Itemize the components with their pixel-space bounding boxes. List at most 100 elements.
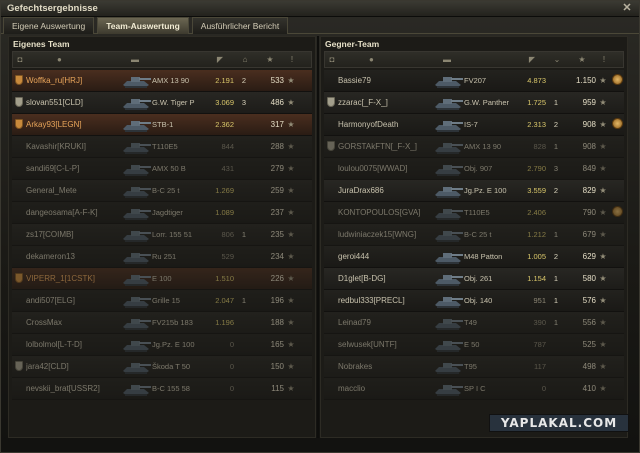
player-name: Bassie79 <box>338 76 371 85</box>
table-row[interactable]: andi507[ELG] Grille 15 2.047 1 196 ★ <box>12 290 312 312</box>
kills-value: 2 <box>553 252 559 261</box>
tank-name: Obj. 261 <box>464 274 493 283</box>
medal-icon[interactable] <box>611 74 623 85</box>
tank-image <box>120 182 152 200</box>
table-row[interactable]: JuraDrax686 Jg.Pz. E 100 3.559 2 829 ★ <box>324 180 624 202</box>
xp-value: 237 <box>270 208 284 217</box>
table-row[interactable]: redbul333[PRECL] Obj. 140 951 1 576 ★ <box>324 290 624 312</box>
star-icon: ★ <box>287 164 295 173</box>
tank-image <box>432 314 464 332</box>
kills-column-icon[interactable]: ⌂ <box>235 55 255 64</box>
player-name: macclio <box>338 384 366 393</box>
tab-eigene-auswertung[interactable]: Eigene Auswertung <box>3 17 95 34</box>
tank-image <box>432 292 464 310</box>
platoon-column-icon[interactable]: ◘ <box>13 55 27 64</box>
table-row[interactable]: HarmonyofDeath IS-7 2.313 2 908 ★ <box>324 114 624 136</box>
battle-results-window: Gefechtsergebnisse ✕ Eigene Auswertung T… <box>0 0 640 453</box>
damage-value: 1.154 <box>527 274 546 283</box>
table-row[interactable]: Woffka_ru[HRJ] AMX 13 90 2.191 2 533 ★ <box>12 70 312 92</box>
damage-value: 431 <box>221 164 234 173</box>
table-row[interactable]: Arkay93[LEGN] STB-1 2.362 317 ★ <box>12 114 312 136</box>
table-row[interactable]: geroi444 M48 Patton 1.005 2 629 ★ <box>324 246 624 268</box>
player-column-icon[interactable]: ● <box>27 55 119 64</box>
table-row[interactable]: slovan551[CLD] G.W. Tiger P 3.069 3 486 ★ <box>12 92 312 114</box>
xp-value: 556 <box>582 318 596 327</box>
tank-column-icon[interactable]: ▬ <box>431 55 517 64</box>
medal-column-icon[interactable]: ! <box>597 55 611 64</box>
table-row[interactable]: GORSTAkFTN[_F-X_] AMX 13 90 828 1 908 ★ <box>324 136 624 158</box>
damage-column-icon[interactable]: ◤ <box>517 55 547 64</box>
player-name: Arkay93[LEGN] <box>26 120 82 129</box>
xp-value: 410 <box>582 384 596 393</box>
xp-value: 576 <box>582 296 596 305</box>
tank-icon <box>123 362 151 374</box>
tank-image <box>432 248 464 266</box>
table-row[interactable]: Kavashir[KRUKI] T110E5 844 288 ★ <box>12 136 312 158</box>
table-row[interactable]: General_Mete B-C 25 t 1.269 259 ★ <box>12 180 312 202</box>
table-row[interactable]: zzarac[_F-X_] G.W. Panther 1.725 1 959 ★ <box>324 92 624 114</box>
player-name: VIPERR_1[1CSTK] <box>26 274 95 283</box>
player-name: dekameron13 <box>26 252 75 261</box>
xp-column-icon[interactable]: ★ <box>255 55 285 64</box>
xp-column-icon[interactable]: ★ <box>567 55 597 64</box>
xp-value: 165 <box>270 340 284 349</box>
tank-name: AMX 13 90 <box>152 76 190 85</box>
table-row[interactable]: Nobrakes T95 117 498 ★ <box>324 356 624 378</box>
damage-value: 2.406 <box>527 208 546 217</box>
table-row[interactable]: Bassie79 FV207 4.873 1.150 ★ <box>324 70 624 92</box>
platoon-icon <box>15 74 23 85</box>
medal-icon[interactable] <box>611 118 623 129</box>
table-row[interactable]: zs17[COIMB] Lorr. 155 51 806 1 235 ★ <box>12 224 312 246</box>
kills-column-icon[interactable]: ⌄ <box>547 55 567 64</box>
platoon-icon <box>15 272 23 283</box>
table-row[interactable]: VIPERR_1[1CSTK] E 100 1.510 226 ★ <box>12 268 312 290</box>
tank-column-icon[interactable]: ▬ <box>119 55 205 64</box>
tank-name: Ru 251 <box>152 252 177 261</box>
table-row[interactable]: nevskii_brat[USSR2] B-C 155 58 0 115 ★ <box>12 378 312 400</box>
tank-name: Jagdtiger <box>152 208 183 217</box>
tank-name: IS-7 <box>464 120 478 129</box>
tank-image <box>120 270 152 288</box>
table-row[interactable]: D1glet[B-DG] Obj. 261 1.154 1 580 ★ <box>324 268 624 290</box>
tank-icon <box>435 318 463 330</box>
star-icon: ★ <box>599 274 607 283</box>
table-row[interactable]: sandi69[C-L-P] AMX 50 B 431 279 ★ <box>12 158 312 180</box>
close-icon[interactable]: ✕ <box>621 2 633 14</box>
platoon-column-icon[interactable]: ◘ <box>325 55 339 64</box>
player-name: GORSTAkFTN[_F-X_] <box>338 142 417 151</box>
xp-value: 235 <box>270 230 284 239</box>
medal-icon[interactable] <box>611 206 623 217</box>
table-row[interactable]: Leinad79 T49 390 1 556 ★ <box>324 312 624 334</box>
damage-value: 529 <box>221 252 234 261</box>
table-row[interactable]: ludwiniaczek15[WNG] B-C 25 t 1.212 1 679 ★ <box>324 224 624 246</box>
table-row[interactable]: dangeosama[A-F-K] Jagdtiger 1.089 237 ★ <box>12 202 312 224</box>
table-row[interactable]: CrossMax FV215b 183 1.196 188 ★ <box>12 312 312 334</box>
table-row[interactable]: jara42[CLD] Škoda T 50 0 150 ★ <box>12 356 312 378</box>
table-row[interactable]: lolbolmol[L-T-D] Jg.Pz. E 100 0 165 ★ <box>12 334 312 356</box>
tank-name: T95 <box>464 362 477 371</box>
damage-column-icon[interactable]: ◤ <box>205 55 235 64</box>
tank-image <box>120 380 152 398</box>
damage-value: 787 <box>533 340 546 349</box>
player-name: General_Mete <box>26 186 77 195</box>
star-icon: ★ <box>599 318 607 327</box>
player-column-icon[interactable]: ● <box>339 55 431 64</box>
medal-slot <box>610 118 624 131</box>
tank-icon <box>435 76 463 88</box>
player-name: dangeosama[A-F-K] <box>26 208 98 217</box>
star-icon: ★ <box>287 208 295 217</box>
table-row[interactable]: loulou0075[WWAD] Obj. 907 2.790 3 849 ★ <box>324 158 624 180</box>
damage-value: 1.089 <box>215 208 234 217</box>
table-row[interactable]: selwusek[UNTF] E 50 787 525 ★ <box>324 334 624 356</box>
table-row[interactable]: dekameron13 Ru 251 529 234 ★ <box>12 246 312 268</box>
tank-icon <box>123 208 151 220</box>
tab-team-auswertung[interactable]: Team-Auswertung <box>97 17 189 34</box>
tab-ausfuehrlicher-bericht[interactable]: Ausführlicher Bericht <box>191 17 289 34</box>
medal-column-icon[interactable]: ! <box>285 55 299 64</box>
table-row[interactable]: macclio SP I C 0 410 ★ <box>324 378 624 400</box>
tank-icon <box>435 252 463 264</box>
medal-slot <box>610 206 624 219</box>
player-name: slovan551[CLD] <box>26 98 83 107</box>
kills-value: 2 <box>553 186 559 195</box>
table-row[interactable]: KONTOPOULOS[GVA] T110E5 2.406 790 ★ <box>324 202 624 224</box>
